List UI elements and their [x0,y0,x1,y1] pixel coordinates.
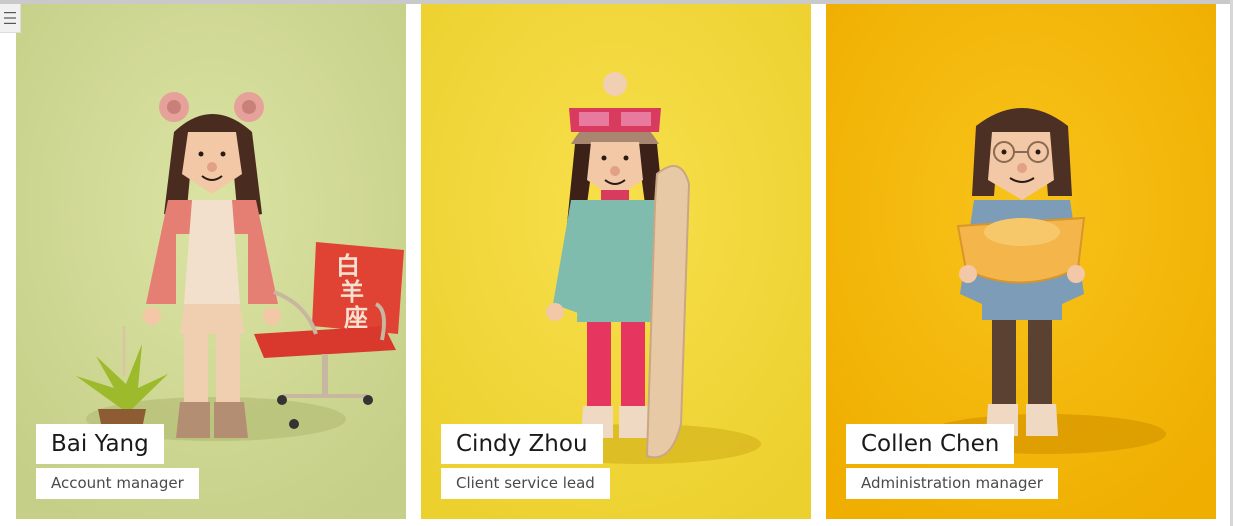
menu-button[interactable] [0,4,21,33]
member-role: Administration manager [846,468,1058,499]
member-name: Collen Chen [846,424,1015,464]
member-name: Cindy Zhou [441,424,603,464]
chair-text-char-1: 白 [336,252,360,280]
chair-text-char-2: 羊 [340,278,364,306]
member-role: Account manager [36,468,199,499]
member-role: Client service lead [441,468,610,499]
team-card-cindy-zhou[interactable]: Cindy Zhou Client service lead [421,4,811,519]
hamburger-menu-icon [4,12,16,24]
team-card-bai-yang[interactable]: 白 羊 座 Bai Yang Account manager [16,4,406,519]
team-card-collen-chen[interactable]: Collen Chen Administration manager [826,4,1216,519]
chair-text-char-3: 座 [344,304,368,332]
member-name: Bai Yang [36,424,164,464]
